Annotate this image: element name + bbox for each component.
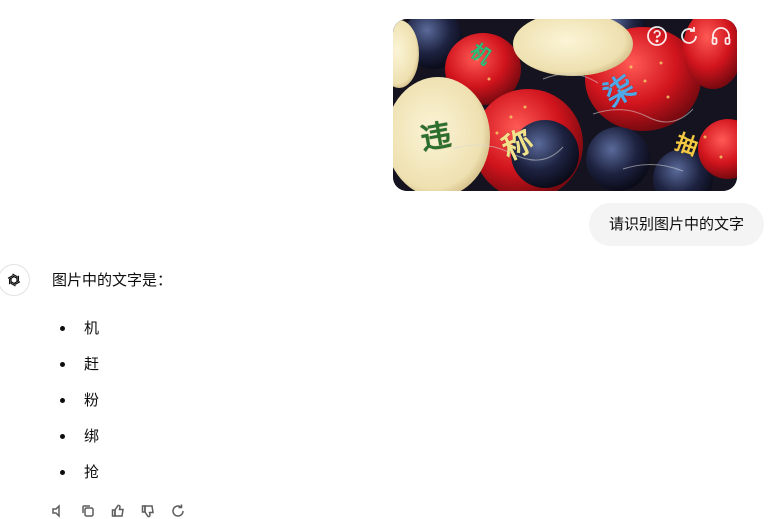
openai-logo-icon: [7, 273, 21, 287]
list-item: 抢: [52, 460, 99, 496]
help-icon[interactable]: [645, 24, 669, 48]
list-item: 机: [52, 316, 99, 352]
headphones-icon[interactable]: [709, 24, 733, 48]
copy-icon[interactable]: [80, 503, 96, 519]
thumbs-down-icon[interactable]: [140, 503, 156, 519]
captcha-toolbar: [645, 24, 733, 48]
read-aloud-icon[interactable]: [50, 503, 66, 519]
regenerate-icon[interactable]: [170, 503, 186, 519]
assistant-avatar: [0, 264, 30, 296]
refresh-icon[interactable]: [677, 24, 701, 48]
user-message-bubble: 请识别图片中的文字: [588, 203, 764, 246]
thumbs-up-icon[interactable]: [110, 503, 126, 519]
message-actions: [50, 503, 186, 519]
list-item: 粉: [52, 388, 99, 424]
list-item: 绑: [52, 424, 99, 460]
list-item: 赶: [52, 352, 99, 388]
captcha-image: 机 柒 违 称 抽: [393, 19, 737, 191]
captcha-char-3: 违: [418, 117, 454, 158]
assistant-intro-text: 图片中的文字是：: [52, 271, 173, 289]
answer-list: 机 赶 粉 绑 抢: [52, 316, 99, 496]
